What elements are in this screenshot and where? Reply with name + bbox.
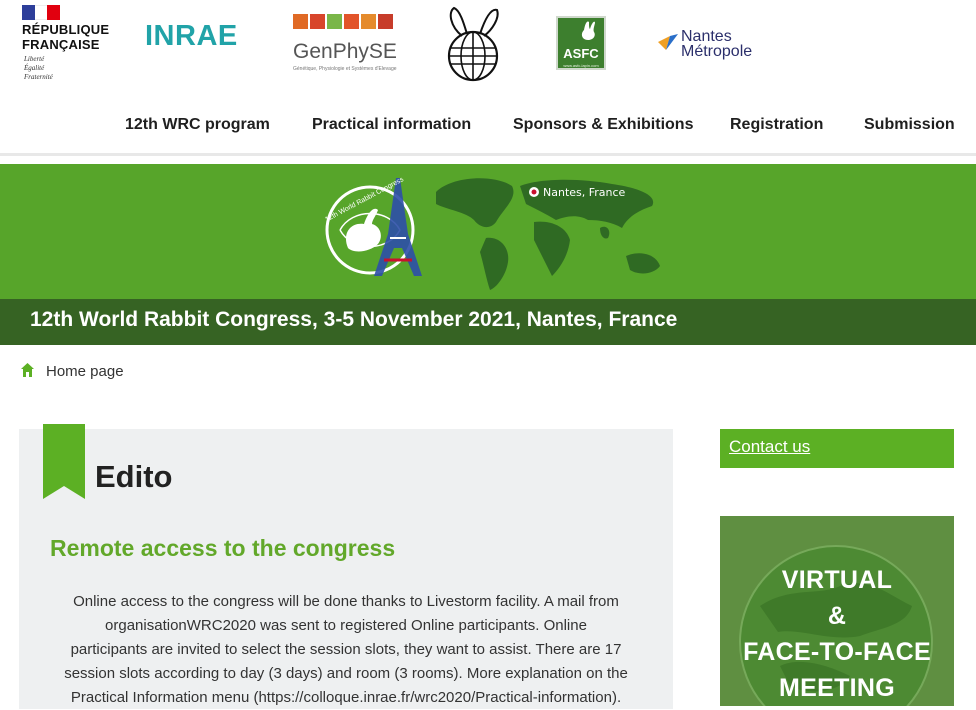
republique-francaise-logo[interactable]: RÉPUBLIQUE FRANÇAISE: [22, 22, 109, 52]
asfc-rabbit-icon: [581, 21, 595, 40]
page-title: 12th World Rabbit Congress, 3-5 November…: [30, 308, 678, 331]
promo-text: VIRTUAL & FACE-TO-FACE MEETING: [743, 566, 931, 702]
banner-artwork: Nantes, France 12th World Rabbit Congres…: [324, 176, 660, 290]
wrsa-rabbit-globe-icon[interactable]: [440, 4, 506, 82]
asfc-url: www.asfc-lapin.com: [563, 63, 599, 68]
banner-location-label: Nantes, France: [543, 186, 626, 199]
bookmark-icon: [43, 424, 85, 499]
congress-banner: Nantes, France 12th World Rabbit Congres…: [0, 164, 976, 299]
genphyse-tagline: Génétique, Physiologie et Systèmes d'Ele…: [293, 66, 397, 72]
asfc-name: ASFC: [563, 46, 599, 61]
edito-title: Edito: [95, 459, 173, 494]
partner-logos-bar: RÉPUBLIQUE FRANÇAISE Liberté Égalité Fra…: [0, 0, 976, 88]
nav-item-submission[interactable]: Submission: [864, 116, 955, 134]
main-nav: 12th WRC program Practical information S…: [0, 92, 976, 156]
nav-item-program[interactable]: 12th WRC program: [125, 116, 270, 134]
rabbit-icon: [345, 208, 381, 252]
edito-line: organisationWRC2020 was sent to register…: [105, 617, 587, 634]
nantes-metropole-logo[interactable]: Nantes Métropole: [681, 29, 752, 60]
edito-line: session slots according to day (3 days) …: [64, 665, 628, 682]
edito-body: Online access to the congress will be do…: [50, 590, 642, 710]
nav-item-registration[interactable]: Registration: [730, 116, 823, 134]
virtual-meeting-promo[interactable]: VIRTUAL & FACE-TO-FACE MEETING: [720, 516, 954, 706]
republique-motto: Liberté Égalité Fraternité: [24, 55, 53, 81]
edito-line[interactable]: Practical Information menu (https://coll…: [50, 686, 642, 710]
edito-heading: Remote access to the congress: [50, 535, 396, 561]
breadcrumb-home[interactable]: Home page: [46, 363, 124, 380]
nav-item-practical-information[interactable]: Practical information: [312, 116, 471, 134]
genphyse-logo[interactable]: GenPhySE: [293, 40, 397, 64]
home-icon[interactable]: [20, 362, 35, 378]
contact-us-link[interactable]: Contact us: [720, 429, 954, 468]
french-flag-icon: [22, 5, 61, 20]
nav-item-sponsors-exhibitions[interactable]: Sponsors & Exhibitions: [513, 116, 693, 134]
inrae-logo[interactable]: INRAE: [145, 20, 238, 53]
genphyse-icons: [293, 14, 393, 29]
edito-line: participants are invited to select the s…: [70, 641, 622, 658]
asfc-logo[interactable]: [556, 16, 606, 70]
edito-line: Online access to the congress will be do…: [73, 593, 619, 610]
nantes-metropole-icon: [658, 34, 678, 50]
title-bar: 12th World Rabbit Congress, 3-5 November…: [0, 299, 976, 345]
